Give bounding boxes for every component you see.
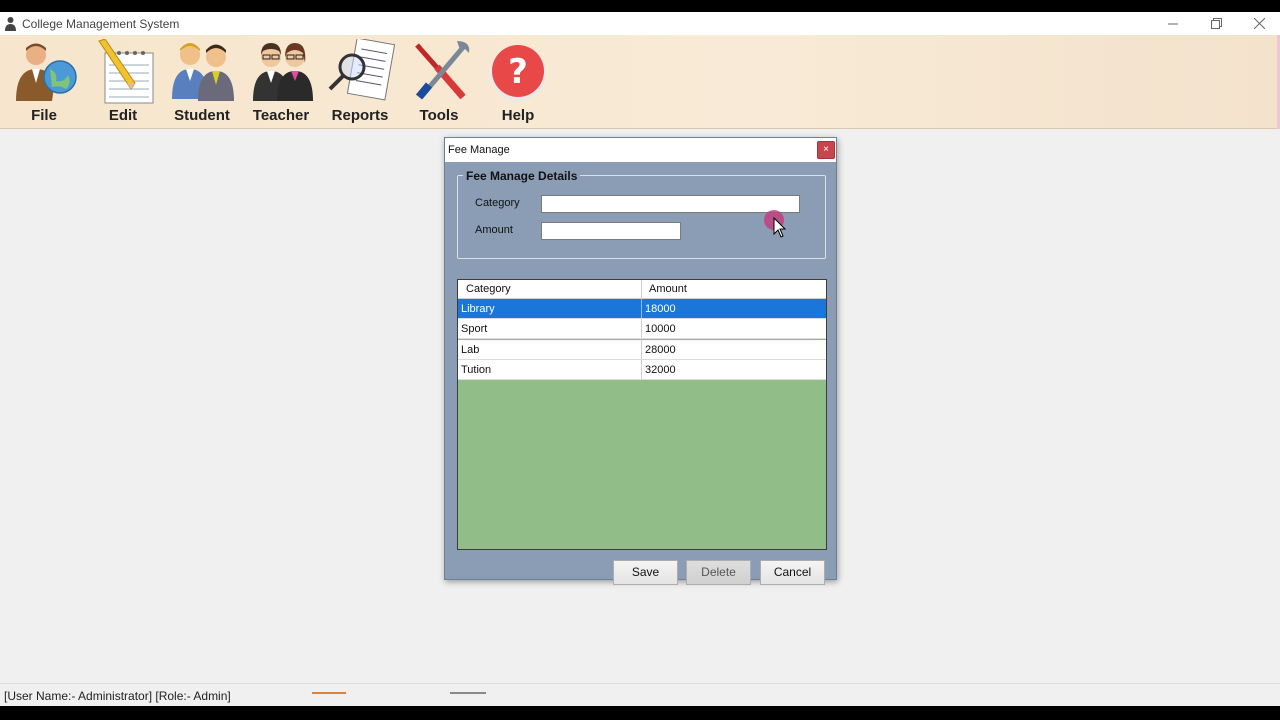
- cell-category[interactable]: Tution: [458, 360, 641, 380]
- teachers-icon: [253, 43, 313, 101]
- fee-manage-dialog: Fee Manage × Fee Manage Details Category…: [444, 137, 837, 585]
- question-icon: ?: [490, 45, 546, 101]
- app-icon: [5, 17, 16, 31]
- status-bar: [User Name:- Administrator] [Role:- Admi…: [0, 683, 1280, 706]
- cell-category[interactable]: Sport: [458, 319, 641, 339]
- main-window: College Management System File Edit Stud…: [0, 12, 1280, 706]
- category-label: Category: [475, 197, 520, 209]
- fee-grid[interactable]: Category Amount Library 18000 Sport 1000…: [457, 279, 827, 550]
- dialog-close-button[interactable]: ×: [817, 141, 835, 159]
- person-globe-icon: [16, 43, 77, 101]
- cell-category[interactable]: Lab: [458, 340, 641, 360]
- toolbar-file[interactable]: File: [6, 35, 82, 129]
- restore-icon: [1210, 18, 1222, 29]
- cell-amount[interactable]: 32000: [642, 360, 826, 380]
- dialog-title-bar[interactable]: Fee Manage ×: [445, 138, 836, 162]
- toolbar-student-label: Student: [174, 107, 230, 124]
- notepad-pencil-icon: [98, 39, 154, 104]
- main-toolbar: File Edit Student Teacher Reports Tools …: [0, 35, 1280, 129]
- cell-amount[interactable]: 10000: [642, 319, 826, 339]
- toolbar-teacher[interactable]: Teacher: [243, 35, 319, 129]
- group-legend: Fee Manage Details: [463, 169, 581, 183]
- toolbar-file-label: File: [31, 107, 57, 124]
- title-bar[interactable]: College Management System: [0, 12, 1280, 35]
- grid-header: Category Amount: [458, 280, 826, 299]
- table-row[interactable]: Tution 32000: [458, 360, 826, 380]
- taskbar-indicator: [450, 692, 486, 694]
- amount-label: Amount: [475, 224, 513, 236]
- minimize-button[interactable]: [1152, 12, 1194, 35]
- dialog-title: Fee Manage: [448, 144, 510, 156]
- toolbar-help-label: Help: [501, 107, 535, 124]
- table-row[interactable]: Lab 28000: [458, 340, 826, 360]
- report-magnifier-icon: [328, 39, 396, 101]
- save-button[interactable]: Save: [613, 560, 678, 585]
- status-text: [User Name:- Administrator] [Role:- Admi…: [4, 689, 231, 703]
- cell-amount[interactable]: 18000: [642, 299, 826, 319]
- mouse-cursor-icon: [764, 210, 787, 238]
- column-header-category[interactable]: Category: [458, 280, 641, 299]
- column-header-amount[interactable]: Amount: [641, 280, 826, 299]
- cancel-button[interactable]: Cancel: [760, 560, 825, 585]
- app-title: College Management System: [22, 17, 180, 31]
- amount-input[interactable]: [541, 222, 681, 240]
- taskbar-indicator: [312, 692, 346, 694]
- wrench-screwdriver-icon: [415, 41, 470, 100]
- toolbar-reports-label: Reports: [331, 107, 389, 124]
- toolbar-help[interactable]: ? Help: [480, 35, 556, 129]
- toolbar-student[interactable]: Student: [164, 35, 240, 129]
- table-row[interactable]: Sport 10000: [458, 319, 826, 339]
- toolbar-teacher-label: Teacher: [252, 107, 310, 124]
- toolbar-edit-label: Edit: [108, 107, 138, 124]
- close-button[interactable]: [1238, 12, 1280, 35]
- toolbar-reports[interactable]: Reports: [322, 35, 398, 129]
- close-icon: ×: [823, 144, 829, 155]
- cell-amount[interactable]: 28000: [642, 340, 826, 360]
- minimize-icon: [1168, 23, 1178, 24]
- table-row[interactable]: Library 18000: [458, 299, 826, 319]
- svg-text:?: ?: [508, 52, 528, 92]
- toolbar-edit[interactable]: Edit: [85, 35, 161, 129]
- toolbar-tools[interactable]: Tools: [401, 35, 477, 129]
- students-icon: [172, 43, 234, 101]
- close-icon: [1253, 18, 1265, 29]
- toolbar-tools-label: Tools: [419, 107, 459, 124]
- cell-category[interactable]: Library: [458, 299, 641, 319]
- delete-button[interactable]: Delete: [686, 560, 751, 585]
- restore-button[interactable]: [1195, 12, 1237, 35]
- category-input[interactable]: [541, 195, 800, 213]
